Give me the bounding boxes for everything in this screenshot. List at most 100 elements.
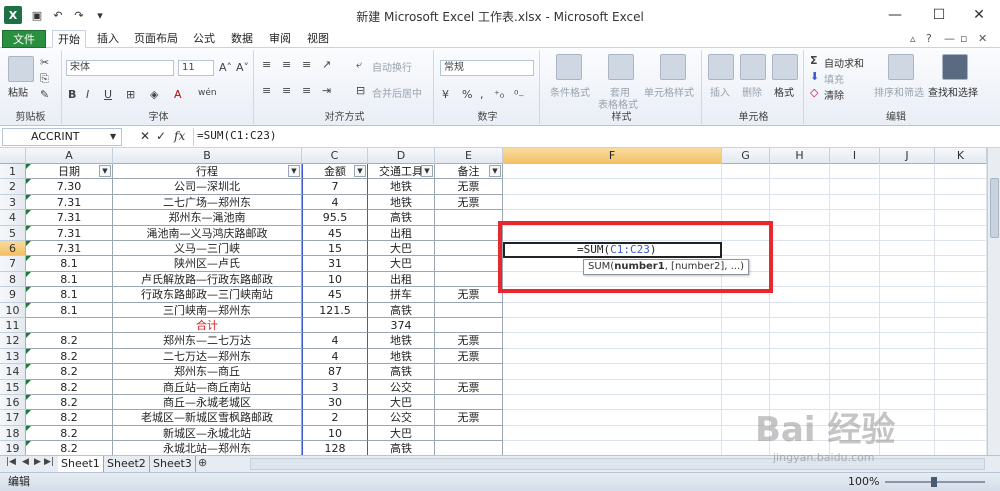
cell-g19[interactable] [722, 441, 770, 455]
cell-e1[interactable]: 备注 ▼ [435, 164, 503, 180]
cell-h13[interactable] [770, 348, 830, 365]
cell-k19[interactable] [935, 441, 987, 455]
cell-h4[interactable] [770, 210, 830, 226]
cell-d5[interactable]: 出租 [368, 225, 435, 241]
cell-d8[interactable]: 出租 [368, 271, 435, 288]
insert-cells-button[interactable]: 插入 [710, 84, 730, 99]
cell-e3[interactable]: 无票 [435, 194, 503, 211]
cell-i5[interactable] [830, 225, 880, 241]
format-cells-button[interactable]: 格式 [774, 84, 794, 99]
comma-button[interactable]: , [480, 88, 484, 101]
align-left-icon[interactable]: ≡ [262, 84, 271, 97]
shrink-font-icon[interactable]: A˅ [236, 61, 249, 74]
cell-k17[interactable] [935, 410, 987, 426]
cell-h8[interactable] [770, 271, 830, 288]
column-header-a[interactable]: A [26, 148, 113, 164]
cell-g16[interactable] [722, 395, 770, 411]
column-header-b[interactable]: B [113, 148, 302, 164]
cell-a19[interactable]: 8.2 [26, 441, 113, 455]
cell-c6[interactable]: 15 [302, 241, 368, 257]
tab-page-layout[interactable]: 页面布局 [130, 30, 182, 48]
wrap-text-button[interactable]: 自动换行 [372, 59, 412, 74]
cell-i12[interactable] [830, 333, 880, 349]
cell-k8[interactable] [935, 271, 987, 288]
cell-g2[interactable] [722, 179, 770, 195]
conditional-format-button[interactable]: 条件格式 [550, 84, 590, 99]
column-header-i[interactable]: I [830, 148, 880, 164]
cell-b4[interactable]: 郑州东—渑池南 [113, 210, 302, 226]
row-header[interactable]: 10 [0, 302, 26, 318]
cell-f19[interactable] [503, 441, 722, 455]
cell-g1[interactable] [722, 164, 770, 180]
cell-d9[interactable]: 拼车 [368, 287, 435, 303]
cell-j17[interactable] [880, 410, 935, 426]
cell-h18[interactable] [770, 425, 830, 442]
cell-j11[interactable] [880, 318, 935, 334]
cell-b14[interactable]: 郑州东—商丘 [113, 364, 302, 380]
cell-e16[interactable] [435, 395, 503, 411]
cell-k4[interactable] [935, 210, 987, 226]
delete-cells-icon[interactable] [740, 54, 766, 80]
cell-b15[interactable]: 商丘站—商丘南站 [113, 379, 302, 395]
align-top-icon[interactable]: ≡ [262, 58, 271, 71]
cell-b18[interactable]: 新城区—永城北站 [113, 425, 302, 442]
cell-d6[interactable]: 大巴 [368, 241, 435, 257]
cell-b3[interactable]: 二七广场—郑州东 [113, 194, 302, 211]
cell-e2[interactable]: 无票 [435, 179, 503, 195]
percent-button[interactable]: % [462, 88, 472, 101]
indent-icon[interactable]: ⇥ [322, 84, 331, 97]
cell-i10[interactable] [830, 302, 880, 318]
cell-c18[interactable]: 10 [302, 425, 368, 442]
cell-b19[interactable]: 永城北站—郑州东 [113, 441, 302, 455]
cell-e12[interactable]: 无票 [435, 333, 503, 349]
grow-font-icon[interactable]: A˄ [219, 61, 232, 74]
name-box[interactable]: ACCRINT [2, 128, 122, 146]
cell-f18[interactable] [503, 425, 722, 442]
cell-i8[interactable] [830, 271, 880, 288]
filter-dropdown-icon[interactable]: ▼ [288, 165, 300, 177]
cell-k7[interactable] [935, 256, 987, 272]
formula-input[interactable]: =SUM(C1:C23) [193, 128, 988, 146]
decrease-decimal-icon[interactable]: ⁰₋ [514, 88, 524, 101]
minimize-icon[interactable]: — [874, 0, 916, 30]
align-middle-icon[interactable]: ≡ [282, 58, 291, 71]
cell-c17[interactable]: 2 [302, 410, 368, 426]
cell-c9[interactable]: 45 [302, 287, 368, 303]
insert-function-icon[interactable]: fx [174, 129, 185, 143]
cell-a5[interactable]: 7.31 [26, 225, 113, 241]
currency-icon[interactable]: ¥ [442, 88, 449, 101]
cell-j14[interactable] [880, 364, 935, 380]
cell-g12[interactable] [722, 333, 770, 349]
vertical-scrollbar[interactable] [987, 148, 1000, 455]
cell-a13[interactable]: 8.2 [26, 348, 113, 365]
cell-d18[interactable]: 大巴 [368, 425, 435, 442]
last-sheet-icon[interactable]: ▶| [44, 457, 54, 467]
cell-a14[interactable]: 8.2 [26, 364, 113, 380]
filter-dropdown-icon[interactable]: ▼ [421, 165, 433, 177]
cell-styles-button[interactable]: 单元格样式 [644, 84, 694, 99]
cell-f12[interactable] [503, 333, 722, 349]
paste-button[interactable]: 粘贴 [8, 84, 28, 99]
cell-a4[interactable]: 7.31 [26, 210, 113, 226]
cell-c15[interactable]: 3 [302, 379, 368, 395]
fill-color-icon[interactable]: ◈ [150, 88, 158, 101]
cell-a1[interactable]: 日期 ▼ [26, 164, 113, 180]
cell-g3[interactable] [722, 194, 770, 211]
cell-j9[interactable] [880, 287, 935, 303]
sheet-tab-1[interactable]: Sheet1 [58, 456, 104, 472]
row-header[interactable]: 4 [0, 210, 26, 226]
cell-k15[interactable] [935, 379, 987, 395]
cell-c12[interactable]: 4 [302, 333, 368, 349]
tab-view[interactable]: 视图 [302, 30, 334, 48]
cell-a10[interactable]: 8.1 [26, 302, 113, 318]
cell-a7[interactable]: 8.1 [26, 256, 113, 272]
tab-home[interactable]: 开始 [52, 30, 86, 48]
cancel-icon[interactable]: ✕ [140, 129, 150, 143]
column-header-h[interactable]: H [770, 148, 830, 164]
paste-icon[interactable] [8, 56, 34, 82]
enter-icon[interactable]: ✓ [156, 129, 166, 143]
cell-e6[interactable] [435, 241, 503, 257]
find-select-button[interactable]: 查找和选择 [928, 84, 978, 99]
cell-h7[interactable] [770, 256, 830, 272]
row-header[interactable]: 3 [0, 194, 26, 211]
